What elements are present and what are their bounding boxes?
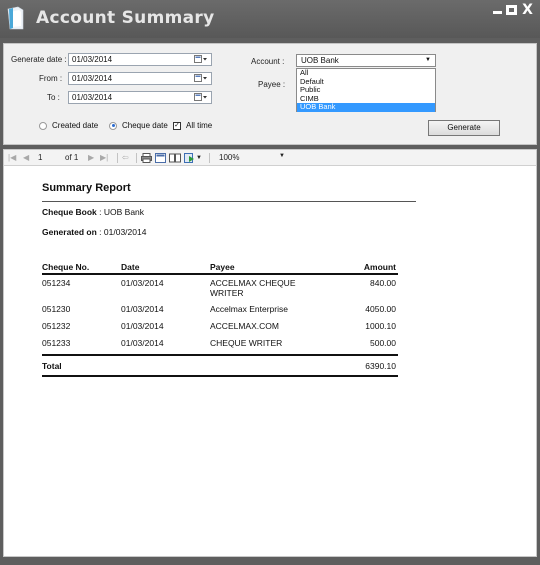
- toolbar-divider: [209, 153, 210, 163]
- total-bottom-rule: [42, 375, 398, 377]
- payee-cell: ACCELMAX CHEQUE WRITER: [210, 278, 296, 298]
- cheque-no-cell: 051234: [42, 278, 71, 288]
- payee-cell: ACCELMAX.COM: [210, 321, 279, 331]
- radio-button-off[interactable]: [39, 121, 47, 130]
- report-viewer: Summary Report Cheque Book : UOB Bank Ge…: [3, 166, 537, 557]
- window-title: Account Summary: [36, 8, 215, 28]
- table-row: 051234 01/03/2014 ACCELMAX CHEQUE WRITER…: [42, 278, 398, 302]
- column-header-amount: Amount: [363, 262, 396, 272]
- generate-button[interactable]: Generate: [428, 120, 500, 136]
- total-amount: 6390.10: [365, 361, 396, 371]
- account-selected-value: UOB Bank: [301, 56, 339, 65]
- window-controls: X: [493, 3, 534, 17]
- date-cell: 01/03/2014: [121, 321, 164, 331]
- generate-date-value: 01/03/2014: [72, 55, 113, 64]
- from-date-picker[interactable]: 01/03/2014: [68, 72, 212, 85]
- cheque-book-value: : UOB Bank: [99, 207, 145, 217]
- zoom-value: 100%: [219, 153, 240, 162]
- generated-on-line: Generated on : 01/03/2014: [42, 227, 146, 237]
- all-time-label: All time: [186, 121, 213, 130]
- from-date-value: 01/03/2014: [72, 74, 113, 83]
- total-label: Total: [42, 361, 62, 371]
- radio-button-on[interactable]: [109, 121, 117, 130]
- total-divider: [42, 354, 398, 356]
- first-page-icon[interactable]: |◀: [8, 153, 16, 162]
- column-header-cheque-no: Cheque No.: [42, 262, 90, 272]
- account-option-uob-bank[interactable]: UOB Bank: [297, 102, 435, 112]
- table-row: 051233 01/03/2014 CHEQUE WRITER 500.00: [42, 338, 398, 362]
- to-date-picker[interactable]: 01/03/2014: [68, 91, 212, 104]
- to-label: To :: [47, 93, 60, 102]
- payee-cell: Accelmax Enterprise: [210, 304, 288, 314]
- current-page-input[interactable]: 1: [38, 153, 42, 162]
- next-page-icon[interactable]: ▶: [88, 153, 94, 162]
- cheque-no-cell: 051230: [42, 304, 71, 314]
- cheque-date-radio[interactable]: Cheque date: [109, 121, 168, 130]
- report-toolbar: |◀ ◀ 1 of 1 ▶ ▶| ⇦ ▼ 100% ▼: [3, 149, 537, 166]
- account-select[interactable]: UOB Bank ▼: [296, 54, 436, 67]
- generate-date-picker[interactable]: 01/03/2014: [68, 53, 212, 66]
- calendar-dropdown-icon[interactable]: [194, 74, 208, 83]
- generate-date-label: Generate date :: [11, 55, 67, 64]
- page-setup-icon[interactable]: [169, 153, 181, 163]
- cheque-no-cell: 051232: [42, 321, 71, 331]
- date-cell: 01/03/2014: [121, 304, 164, 314]
- date-cell: 01/03/2014: [121, 338, 164, 348]
- cheque-book-line: Cheque Book : UOB Bank: [42, 207, 144, 217]
- print-layout-icon[interactable]: [155, 153, 166, 163]
- amount-cell: 4050.00: [365, 304, 396, 314]
- cheque-date-label: Cheque date: [122, 121, 168, 130]
- amount-cell: 840.00: [370, 278, 396, 288]
- generated-on-value: : 01/03/2014: [99, 227, 147, 237]
- from-label: From :: [39, 74, 63, 83]
- minimize-icon[interactable]: [493, 5, 502, 14]
- calendar-dropdown-icon[interactable]: [194, 55, 208, 64]
- amount-cell: 500.00: [370, 338, 396, 348]
- to-date-value: 01/03/2014: [72, 93, 113, 102]
- chevron-down-icon[interactable]: ▼: [425, 55, 431, 66]
- cheque-no-cell: 051233: [42, 338, 71, 348]
- column-header-payee: Payee: [210, 262, 235, 272]
- toolbar-divider: [117, 153, 118, 163]
- title-divider: [42, 201, 416, 202]
- checkmark-icon[interactable]: ✓: [173, 121, 181, 130]
- report-title: Summary Report: [42, 182, 131, 194]
- total-row: Total 6390.10: [42, 361, 398, 385]
- title-bar: Account Summary X: [0, 0, 540, 38]
- payee-cell: CHEQUE WRITER: [210, 338, 283, 348]
- export-dropdown-icon[interactable]: ▼: [196, 155, 202, 161]
- zoom-select[interactable]: 100% ▼: [219, 153, 285, 162]
- all-time-checkbox[interactable]: ✓ All time: [173, 121, 212, 130]
- header-divider: [42, 273, 398, 275]
- app-document-icon: [7, 6, 24, 30]
- calendar-dropdown-icon[interactable]: [194, 93, 208, 102]
- account-label: Account :: [251, 57, 285, 66]
- window-bottom-border: [0, 557, 540, 565]
- cheque-book-label: Cheque Book: [42, 207, 97, 217]
- created-date-radio[interactable]: Created date: [39, 121, 98, 130]
- page-count: of 1: [65, 153, 79, 162]
- print-icon[interactable]: [141, 153, 152, 163]
- export-icon[interactable]: [184, 153, 195, 163]
- toolbar-divider: [136, 153, 137, 163]
- date-cell: 01/03/2014: [121, 278, 164, 288]
- account-dropdown-list[interactable]: All Default Public CIMB UOB Bank: [296, 68, 436, 112]
- payee-label: Payee :: [258, 80, 286, 89]
- amount-cell: 1000.10: [365, 321, 396, 331]
- generated-on-label: Generated on: [42, 227, 97, 237]
- chevron-down-icon[interactable]: ▼: [279, 153, 285, 159]
- created-date-label: Created date: [52, 121, 99, 130]
- last-page-icon[interactable]: ▶|: [100, 153, 108, 162]
- close-icon[interactable]: X: [521, 3, 534, 17]
- column-header-date: Date: [121, 262, 140, 272]
- maximize-icon[interactable]: [506, 5, 517, 15]
- filter-panel: Generate date : 01/03/2014 From : 01/03/…: [3, 43, 537, 145]
- back-icon[interactable]: ⇦: [122, 153, 129, 162]
- previous-page-icon[interactable]: ◀: [23, 153, 29, 162]
